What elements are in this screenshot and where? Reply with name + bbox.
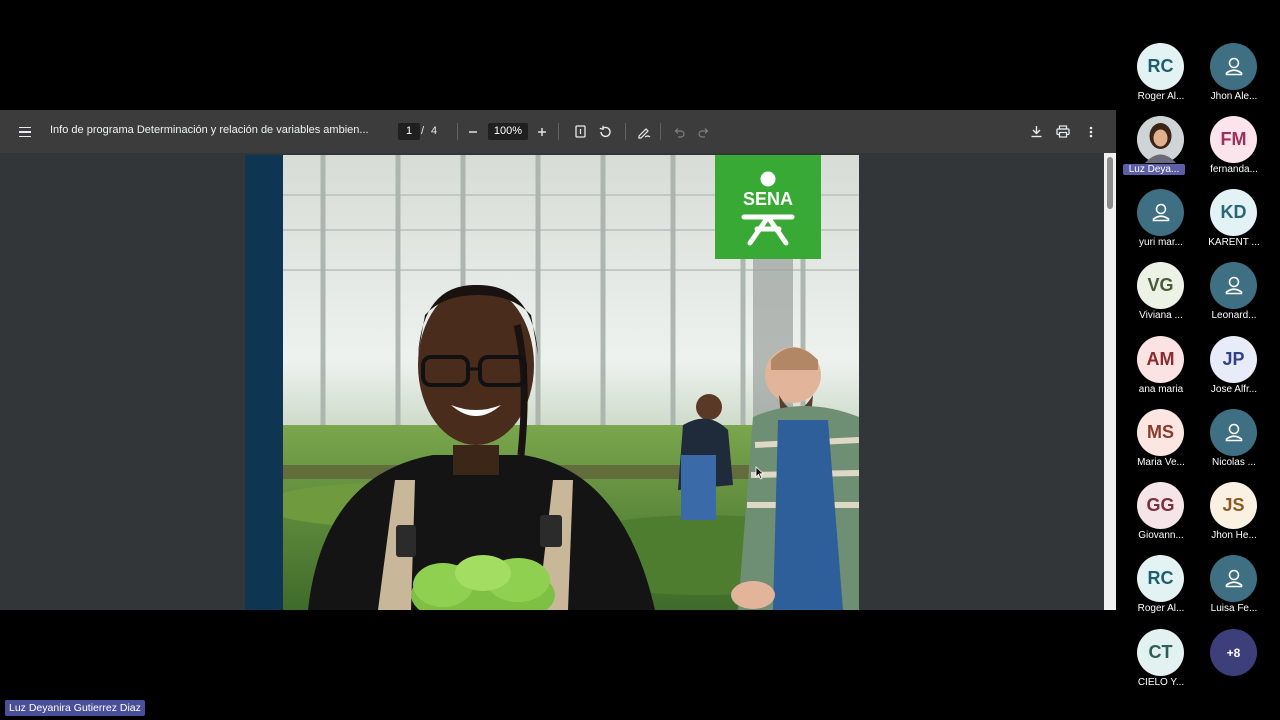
participant-name: Roger Al...: [1137, 91, 1185, 102]
participant-tile[interactable]: RC Roger Al...: [1125, 43, 1197, 109]
zoom-input[interactable]: 100%: [488, 123, 528, 140]
undo-icon[interactable]: [672, 123, 686, 140]
participant-tile[interactable]: Jhon Ale...: [1198, 43, 1270, 109]
rotate-icon[interactable]: [597, 123, 613, 140]
redo-icon[interactable]: [697, 123, 711, 140]
participant-tile[interactable]: JS Jhon He...: [1198, 482, 1270, 548]
toolbar-divider: [660, 123, 661, 140]
toolbar-divider: [558, 123, 559, 140]
participant-tile[interactable]: AM ana maria: [1125, 336, 1197, 402]
avatar-initials: CT: [1137, 629, 1184, 676]
user-icon: [1210, 262, 1257, 309]
toolbar-divider: [625, 123, 626, 140]
fit-page-icon[interactable]: [573, 123, 587, 140]
participant-name: yuri mar...: [1139, 237, 1183, 248]
participant-name: Leonard...: [1211, 310, 1257, 321]
print-icon[interactable]: [1055, 123, 1071, 140]
mouse-cursor-icon: [755, 466, 765, 480]
avatar-initials: VG: [1137, 262, 1184, 309]
download-icon[interactable]: [1028, 123, 1044, 140]
participant-name: Roger Al...: [1137, 603, 1185, 614]
more-participants-tile[interactable]: +8: [1198, 629, 1270, 695]
more-participants-button: +8: [1210, 629, 1257, 676]
participant-name: CIELO Y...: [1137, 677, 1185, 688]
participant-name: Giovann...: [1138, 530, 1184, 541]
participant-name: ana maria: [1138, 384, 1184, 395]
user-icon: [1210, 555, 1257, 602]
participant-tile[interactable]: Nicolas ...: [1198, 409, 1270, 475]
pdf-toolbar: Info de programa Determinación y relació…: [0, 110, 1116, 153]
more-options-icon[interactable]: [1084, 123, 1098, 140]
participant-name: Viviana ...: [1139, 310, 1183, 321]
user-icon: [1137, 189, 1184, 236]
avatar-initials: RC: [1137, 555, 1184, 602]
toolbar-divider: [457, 123, 458, 140]
cover-photo: SENA: [283, 155, 859, 610]
avatar-initials: JS: [1210, 482, 1257, 529]
participant-name: Jhon Ale...: [1210, 91, 1258, 102]
participant-tile[interactable]: MS Maria Ve...: [1125, 409, 1197, 475]
annotate-icon[interactable]: [636, 123, 652, 140]
zoom-out-icon[interactable]: [466, 123, 480, 140]
participant-name: Maria Ve...: [1137, 457, 1185, 468]
participant-name: Jose Alfr...: [1210, 384, 1258, 395]
avatar-initials: JP: [1210, 336, 1257, 383]
document-title: Info de programa Determinación y relació…: [50, 124, 369, 136]
participant-tile[interactable]: VG Viviana ...: [1125, 262, 1197, 328]
zoom-in-icon[interactable]: [535, 123, 549, 140]
avatar-initials: FM: [1210, 116, 1257, 163]
avatar-initials: MS: [1137, 409, 1184, 456]
avatar-initials: GG: [1137, 482, 1184, 529]
meeting-stage: Info de programa Determinación y relació…: [0, 0, 1280, 720]
avatar-photo: [1137, 116, 1184, 163]
user-icon: [1210, 43, 1257, 90]
user-icon: [1210, 409, 1257, 456]
scrollbar-track[interactable]: [1104, 153, 1116, 610]
participant-tile[interactable]: Luz Deya...: [1123, 116, 1197, 182]
page-separator: /: [421, 125, 425, 137]
page-side-strip: [245, 155, 283, 610]
pdf-page: SENA: [245, 155, 859, 610]
avatar-initials: KD: [1210, 189, 1257, 236]
scrollbar-thumb[interactable]: [1107, 157, 1113, 209]
participant-tile[interactable]: FM fernanda...: [1198, 116, 1270, 182]
participant-tile[interactable]: KD KARENT ...: [1198, 189, 1270, 255]
avatar-initials: AM: [1137, 336, 1184, 383]
participant-tile[interactable]: Leonard...: [1198, 262, 1270, 328]
participant-name: fernanda...: [1210, 164, 1258, 175]
presenter-name-label: Luz Deyanira Gutierrez Diaz: [5, 700, 145, 716]
participant-name: KARENT ...: [1208, 237, 1260, 248]
participant-name: Nicolas ...: [1212, 457, 1256, 468]
participant-name: Luz Deya...: [1123, 164, 1185, 175]
page-total: 4: [431, 125, 438, 137]
participant-tile[interactable]: yuri mar...: [1125, 189, 1197, 255]
participant-name: Jhon He...: [1211, 530, 1257, 541]
sena-logo-text: SENA: [743, 189, 793, 209]
participant-tile[interactable]: CT CIELO Y...: [1125, 629, 1197, 695]
participant-tile[interactable]: Luisa Fe...: [1198, 555, 1270, 621]
pdf-viewer: Info de programa Determinación y relació…: [0, 110, 1116, 610]
participant-tile[interactable]: JP Jose Alfr...: [1198, 336, 1270, 402]
participant-tile[interactable]: GG Giovann...: [1125, 482, 1197, 548]
avatar-initials: RC: [1137, 43, 1184, 90]
page-number-input[interactable]: 1: [398, 123, 420, 140]
participant-name: Luisa Fe...: [1210, 603, 1258, 614]
participant-tile[interactable]: RC Roger Al...: [1125, 555, 1197, 621]
menu-icon[interactable]: [14, 122, 36, 142]
